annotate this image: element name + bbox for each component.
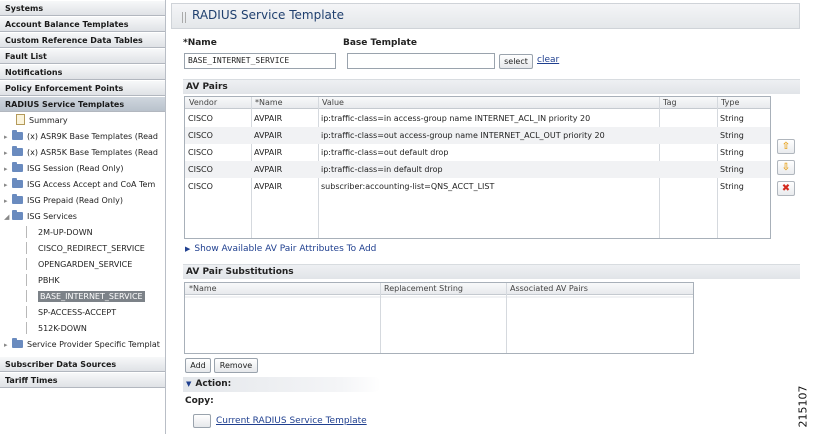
- column-header-name[interactable]: *Name: [187, 283, 217, 295]
- collapse-triangle-icon: ▼: [186, 380, 192, 388]
- column-header-name[interactable]: *Name: [253, 97, 283, 109]
- add-button[interactable]: Add: [185, 358, 211, 373]
- collapse-arrow-icon[interactable]: ◢: [4, 210, 12, 224]
- navigation-panel: Systems Account Balance Templates Custom…: [0, 0, 166, 434]
- name-input[interactable]: BASE_INTERNET_SERVICE: [184, 53, 336, 69]
- document-icon: [16, 114, 25, 125]
- substitutions-table-header: *Name Replacement String Associated AV P…: [185, 283, 693, 295]
- column-header-vendor[interactable]: Vendor: [187, 97, 217, 109]
- leaf-icon: [26, 289, 34, 302]
- template-tree: Summary ▸ (x) ASR9K Base Templates (Read …: [0, 112, 165, 349]
- name-label: *Name: [183, 38, 217, 48]
- folder-open-icon: [12, 209, 23, 220]
- leaf-icon: [26, 257, 34, 270]
- move-down-button[interactable]: ⇩: [777, 160, 795, 175]
- delete-button[interactable]: ✖: [777, 181, 795, 196]
- expand-arrow-icon[interactable]: ▸: [4, 130, 12, 144]
- av-pair-substitutions-header: AV Pair Substitutions: [183, 264, 800, 279]
- tree-node-asr9k[interactable]: ▸ (x) ASR9K Base Templates (Read: [4, 129, 158, 144]
- table-row[interactable]: CISCO AVPAIR ip:traffic-class=out defaul…: [185, 144, 770, 161]
- base-template-label: Base Template: [343, 38, 417, 48]
- base-template-input[interactable]: [347, 53, 495, 69]
- expand-arrow-icon[interactable]: ▸: [4, 194, 12, 208]
- table-row[interactable]: CISCO AVPAIR subscriber:accounting-list=…: [185, 178, 770, 195]
- tree-node-isg-access-accept[interactable]: ▸ ISG Access Accept and CoA Tem: [4, 177, 155, 192]
- column-header-tag[interactable]: Tag: [661, 97, 677, 109]
- leaf-icon: [26, 305, 34, 318]
- expand-arrow-icon[interactable]: ▸: [4, 162, 12, 176]
- page-icon: [182, 12, 186, 23]
- folder-icon: [12, 129, 23, 140]
- av-pairs-table-header: Vendor *Name Value Tag Type: [185, 97, 770, 109]
- nav-section-custom-reference-data-tables[interactable]: Custom Reference Data Tables: [0, 32, 165, 48]
- leaf-icon: [26, 321, 34, 334]
- page-title: RADIUS Service Template: [192, 8, 344, 22]
- nav-section-systems[interactable]: Systems: [0, 0, 165, 16]
- title-bar: RADIUS Service Template: [171, 3, 800, 29]
- column-header-value[interactable]: Value: [320, 97, 344, 109]
- arrow-up-icon: ⇧: [781, 141, 791, 152]
- tree-leaf-2m-up-down[interactable]: 2M-UP-DOWN: [26, 225, 93, 240]
- nav-section-radius-service-templates[interactable]: RADIUS Service Templates: [0, 96, 165, 112]
- nav-section-policy-enforcement-points[interactable]: Policy Enforcement Points: [0, 80, 165, 96]
- tree-leaf-base-internet-service[interactable]: BASE_INTERNET_SERVICE: [26, 289, 145, 304]
- tree-node-service-provider-specific[interactable]: ▸ Service Provider Specific Templat: [4, 337, 160, 352]
- folder-icon: [12, 145, 23, 156]
- clear-link[interactable]: clear: [537, 55, 559, 65]
- nav-section-fault-list[interactable]: Fault List: [0, 48, 165, 64]
- tree-leaf-512k-down[interactable]: 512K-DOWN: [26, 321, 87, 336]
- move-up-button[interactable]: ⇧: [777, 139, 795, 154]
- arrow-down-icon: ⇩: [781, 162, 791, 173]
- tree-leaf-cisco-redirect-service[interactable]: CISCO_REDIRECT_SERVICE: [26, 241, 145, 256]
- column-header-type[interactable]: Type: [719, 97, 739, 109]
- leaf-icon: [26, 241, 34, 254]
- tree-leaf-opengarden-service[interactable]: OPENGARDEN_SERVICE: [26, 257, 132, 272]
- tree-node-asr5k[interactable]: ▸ (x) ASR5K Base Templates (Read: [4, 145, 158, 160]
- expand-arrow-icon[interactable]: ▸: [4, 338, 12, 352]
- expand-arrow-icon[interactable]: ▸: [4, 178, 12, 192]
- nav-section-tariff-times[interactable]: Tariff Times: [0, 372, 165, 388]
- folder-icon: [12, 161, 23, 172]
- tree-leaf-sp-access-accept[interactable]: SP-ACCESS-ACCEPT: [26, 305, 116, 320]
- folder-icon: [12, 177, 23, 188]
- expand-arrow-icon[interactable]: ▸: [4, 146, 12, 160]
- tree-node-isg-session[interactable]: ▸ ISG Session (Read Only): [4, 161, 123, 176]
- av-pairs-table: Vendor *Name Value Tag Type CISCO AVPAIR…: [184, 96, 771, 239]
- table-row[interactable]: CISCO AVPAIR ip:traffic-class=in access-…: [185, 110, 770, 127]
- copy-icon[interactable]: [193, 414, 211, 428]
- tree-node-isg-services[interactable]: ◢ ISG Services: [4, 209, 77, 224]
- tree-node-isg-prepaid[interactable]: ▸ ISG Prepaid (Read Only): [4, 193, 123, 208]
- show-av-pair-attributes-link[interactable]: ▶ Show Available AV Pair Attributes To Ad…: [185, 244, 376, 254]
- column-header-replacement-string[interactable]: Replacement String: [382, 283, 463, 295]
- nav-section-notifications[interactable]: Notifications: [0, 64, 165, 80]
- tree-node-summary[interactable]: Summary: [8, 114, 68, 128]
- delete-x-icon: ✖: [781, 183, 791, 194]
- tree-leaf-pbhk[interactable]: PBHK: [26, 273, 60, 288]
- leaf-icon: [26, 225, 34, 238]
- nav-section-account-balance-templates[interactable]: Account Balance Templates: [0, 16, 165, 32]
- remove-button[interactable]: Remove: [214, 358, 258, 373]
- current-radius-service-template-link[interactable]: Current RADIUS Service Template: [216, 416, 367, 426]
- leaf-icon: [26, 273, 34, 286]
- main-panel: RADIUS Service Template *Name BASE_INTER…: [171, 0, 800, 434]
- folder-icon: [12, 337, 23, 348]
- av-pairs-header: AV Pairs: [183, 79, 800, 94]
- action-section-header[interactable]: ▼ Action:: [183, 377, 381, 392]
- select-button[interactable]: select: [499, 54, 533, 69]
- folder-icon: [12, 193, 23, 204]
- substitutions-table: *Name Replacement String Associated AV P…: [184, 282, 694, 354]
- column-header-associated-av-pairs[interactable]: Associated AV Pairs: [508, 283, 588, 295]
- expand-triangle-icon: ▶: [185, 245, 191, 253]
- table-row[interactable]: CISCO AVPAIR ip:traffic-class=out access…: [185, 127, 770, 144]
- figure-number: 215107: [796, 385, 810, 428]
- table-row[interactable]: CISCO AVPAIR ip:traffic-class=in default…: [185, 161, 770, 178]
- nav-section-subscriber-data-sources[interactable]: Subscriber Data Sources: [0, 356, 165, 372]
- copy-label: Copy:: [185, 396, 214, 406]
